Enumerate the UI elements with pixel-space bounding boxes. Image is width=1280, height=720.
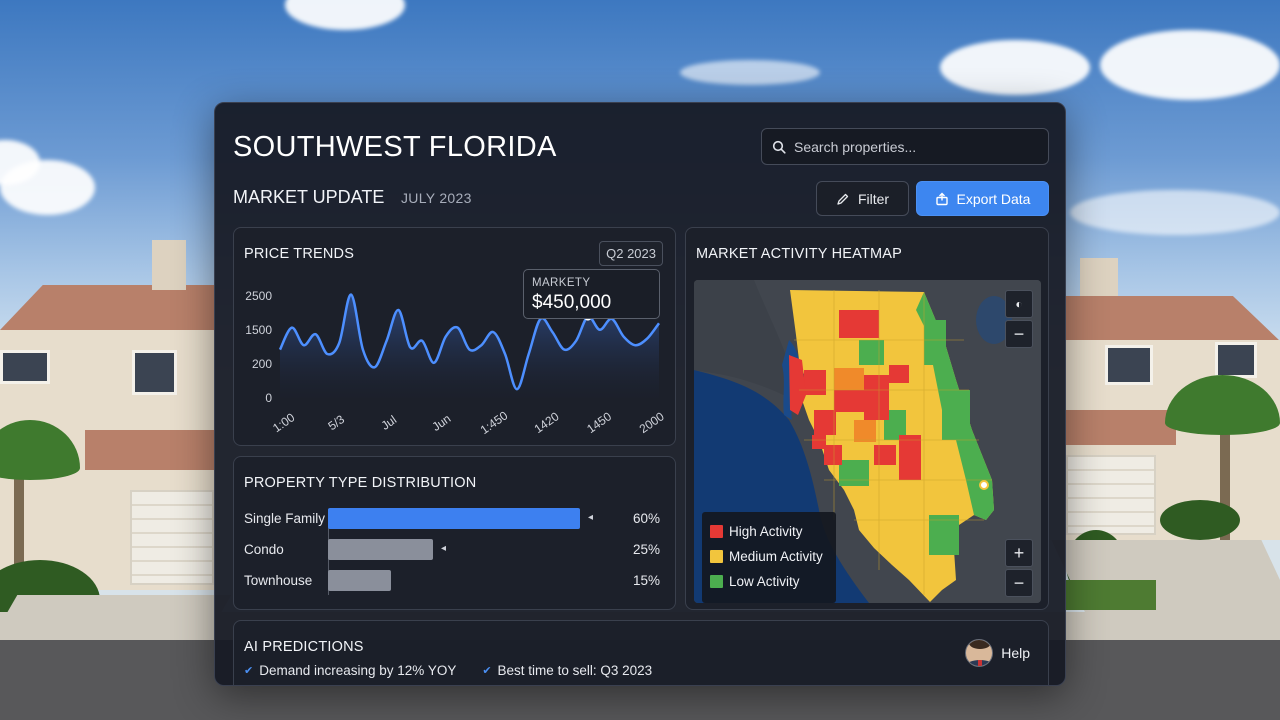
x-tick-label: 1420 (532, 409, 562, 436)
caret-icon: ◂ (441, 543, 447, 554)
window (1105, 345, 1153, 385)
legend-low: Low Activity (710, 574, 800, 589)
property-label: Townhouse (244, 573, 313, 588)
property-label: Condo (244, 542, 284, 557)
legend-label: Medium Activity (729, 549, 823, 564)
prediction-item: ✔ Best time to sell: Q3 2023 (482, 663, 652, 678)
window (132, 350, 177, 395)
legend-swatch (710, 575, 723, 588)
search-bar[interactable] (761, 128, 1049, 165)
check-icon: ✔ (482, 665, 492, 677)
prediction-text: Best time to sell: Q3 2023 (497, 663, 653, 678)
prediction-item: ✔ Demand increasing by 12% YOY (244, 663, 456, 678)
x-tick-label: 5/3 (325, 412, 347, 433)
y-tick-label: 200 (252, 357, 272, 371)
cloud (1070, 190, 1280, 235)
property-type-card: PROPERTY TYPE DISTRIBUTION Single Family… (233, 456, 676, 610)
property-bar (328, 570, 391, 591)
section-subtitle: MARKET UPDATE (233, 187, 385, 207)
price-tooltip: MARKETY $450,000 (523, 269, 660, 319)
legend-swatch (710, 550, 723, 563)
legend-high: High Activity (710, 524, 803, 539)
prediction-text: Demand increasing by 12% YOY (259, 663, 457, 678)
filter-button[interactable]: Filter (816, 181, 909, 216)
search-input[interactable] (794, 138, 1034, 155)
window (0, 350, 50, 384)
property-label: Single Family (244, 511, 326, 526)
help-label: Help (1001, 645, 1030, 661)
property-bar (328, 539, 433, 560)
x-tick-label: Jul (379, 413, 400, 433)
property-row-single-family[interactable]: Single Family ◂ 60% (244, 508, 664, 530)
legend-label: High Activity (729, 524, 803, 539)
page-title: SOUTHWEST FLORIDA (233, 131, 557, 163)
legend-swatch (710, 525, 723, 538)
cloud (1100, 30, 1280, 100)
property-percent: 60% (632, 511, 660, 526)
export-data-button[interactable]: Export Data (916, 181, 1049, 216)
y-tick-label: 2500 (245, 289, 272, 303)
market-heatmap-card: MARKET ACTIVITY HEATMAP ◐ − + − High Act… (685, 227, 1049, 610)
check-icon: ✔ (244, 665, 254, 677)
property-row-condo[interactable]: Condo ◂ 25% (244, 539, 664, 561)
legend-medium: Medium Activity (710, 549, 823, 564)
export-data-label: Export Data (956, 190, 1031, 207)
y-tick-label: 1500 (245, 323, 272, 337)
zoom-in-button[interactable]: + (1005, 539, 1033, 567)
search-icon (772, 140, 786, 154)
x-tick-label: 1:450 (478, 408, 511, 437)
avatar (965, 639, 994, 667)
property-type-title: PROPERTY TYPE DISTRIBUTION (244, 475, 477, 491)
x-tick-label: 1:00 (270, 410, 297, 435)
window (1215, 342, 1257, 378)
garage-door (130, 490, 214, 585)
zoom-out-button[interactable]: − (1005, 569, 1033, 597)
property-bar (328, 508, 580, 529)
roof (1066, 410, 1176, 445)
tooltip-value: $450,000 (532, 292, 612, 313)
price-trends-card: 2500 1500 200 0 1:00 5/3 Jul Jun 1:450 1420 1450 20… (233, 227, 676, 446)
filter-button-label: Filter (857, 190, 890, 207)
tooltip-label: MARKETY (532, 277, 591, 289)
y-tick-label: 0 (265, 391, 272, 405)
legend-label: Low Activity (729, 574, 800, 589)
prediction-list: ✔ Demand increasing by 12% YOY ✔ Best ti… (244, 663, 652, 678)
export-icon (935, 192, 948, 205)
chimney (152, 240, 186, 290)
locate-icon[interactable]: ◐ (1005, 290, 1033, 318)
help-button[interactable]: Help (965, 639, 1030, 667)
heatmap-map[interactable]: ◐ − + − High Activity Medium Activity Lo… (694, 280, 1041, 603)
price-trends-title: PRICE TRENDS (244, 246, 355, 262)
bush (1160, 500, 1240, 540)
quarter-badge[interactable]: Q2 2023 (599, 241, 663, 266)
pencil-icon (837, 193, 849, 205)
garage-door (1066, 455, 1156, 535)
property-row-townhouse[interactable]: Townhouse 15% (244, 570, 664, 592)
report-date: JULY 2023 (401, 190, 472, 206)
x-tick-label: Jun (429, 411, 453, 434)
x-tick-label: 1450 (584, 409, 614, 436)
property-percent: 15% (632, 573, 660, 588)
x-tick-label: 2000 (637, 409, 667, 436)
map-zoom-out-button[interactable]: − (1005, 320, 1033, 348)
heatmap-legend: High Activity Medium Activity Low Activi… (702, 512, 836, 603)
ai-predictions-title: AI PREDICTIONS (244, 639, 364, 655)
ai-predictions-card: AI PREDICTIONS ✔ Demand increasing by 12… (233, 620, 1049, 685)
cloud (940, 40, 1090, 95)
market-dashboard-panel: SOUTHWEST FLORIDA MARKET UPDATE JULY 202… (214, 102, 1066, 686)
lawn (1066, 580, 1156, 610)
heatmap-title: MARKET ACTIVITY HEATMAP (696, 246, 903, 262)
cloud (680, 60, 820, 85)
roof (85, 430, 214, 470)
property-percent: 25% (632, 542, 660, 557)
caret-icon: ◂ (588, 512, 594, 523)
